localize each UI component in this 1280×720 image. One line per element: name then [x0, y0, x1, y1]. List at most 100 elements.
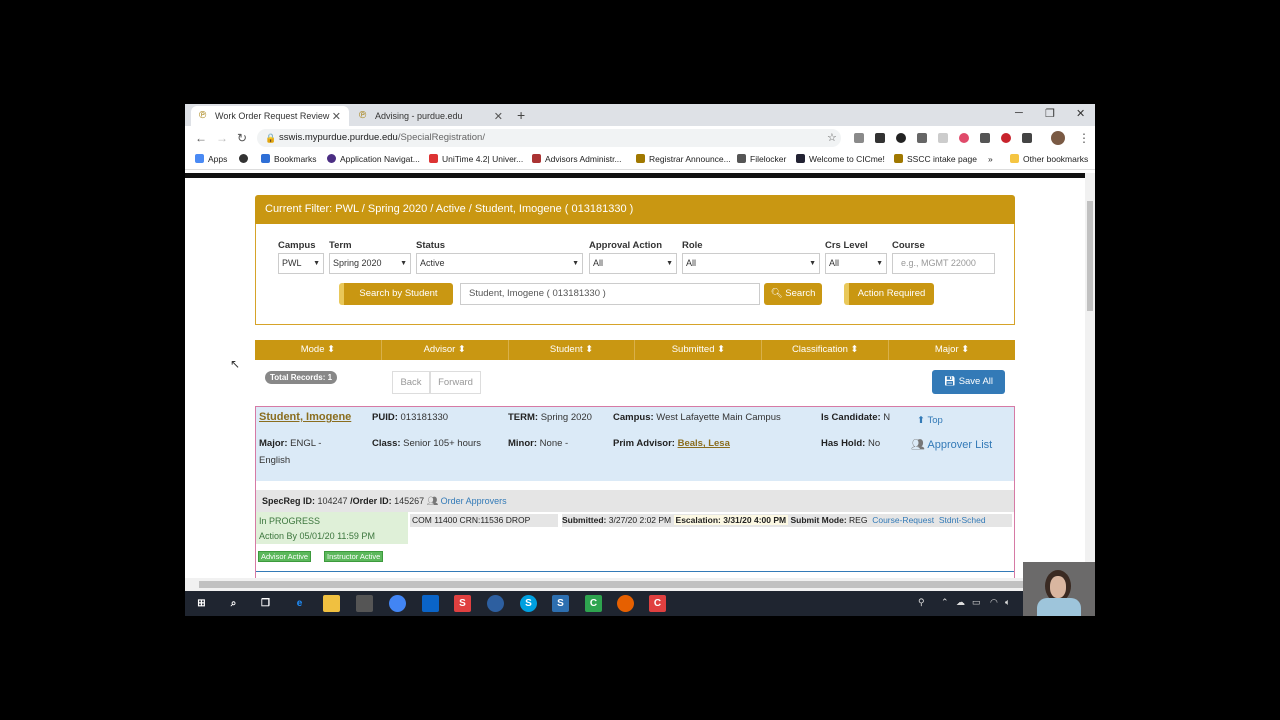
- sort-icon: ⬍: [717, 344, 726, 355]
- bookmark-item[interactable]: Bookmarks: [261, 154, 317, 164]
- maximize-icon[interactable]: ❐: [1045, 107, 1055, 120]
- role-select[interactable]: All ▼: [682, 253, 820, 274]
- advisor-link[interactable]: Beals, Lesa: [678, 438, 730, 449]
- url-field[interactable]: 🔒 sswis.mypurdue.purdue.edu/SpecialRegis…: [257, 129, 841, 147]
- student-input[interactable]: Student, Imogene ( 013181330 ): [460, 283, 760, 305]
- other-bookmarks[interactable]: Other bookmarks: [1010, 154, 1088, 164]
- approval-action-label: Approval Action: [589, 240, 663, 251]
- app-icon[interactable]: C: [649, 595, 666, 612]
- file-explorer-icon[interactable]: [323, 595, 340, 612]
- campus-select[interactable]: PWL ▼: [278, 253, 324, 274]
- more-bookmarks[interactable]: »: [988, 154, 993, 164]
- approval-action-select[interactable]: All ▼: [589, 253, 677, 274]
- status-text: In PROGRESS: [259, 516, 321, 526]
- course-request-link[interactable]: Course-Request: [872, 515, 934, 525]
- sort-mode[interactable]: Mode ⬍: [255, 340, 382, 360]
- search-button[interactable]: 🔍︎ Search: [764, 283, 822, 305]
- reload-icon[interactable]: ↻: [237, 131, 247, 145]
- edge-icon[interactable]: e: [291, 595, 308, 612]
- mail-icon[interactable]: [356, 595, 373, 612]
- minimize-icon[interactable]: ─: [1015, 107, 1023, 119]
- top-link[interactable]: ⬆ Top: [917, 415, 943, 426]
- extension-icon[interactable]: [1022, 133, 1032, 143]
- users-icon: 👥︎: [426, 496, 439, 506]
- people-icon[interactable]: ⚲: [918, 597, 925, 608]
- bookmark-item[interactable]: Filelocker: [737, 154, 786, 164]
- search-icon[interactable]: ⌕: [225, 595, 242, 612]
- chevron-up-icon[interactable]: ⌃: [941, 597, 949, 608]
- back-arrow-icon[interactable]: ←: [195, 131, 207, 145]
- sort-student[interactable]: Student ⬍: [509, 340, 636, 360]
- app-icon[interactable]: [487, 595, 504, 612]
- bookmark-item[interactable]: Application Navigat...: [327, 154, 420, 164]
- bookmark-item[interactable]: Advisors Administr...: [532, 154, 622, 164]
- skype-icon[interactable]: S: [520, 595, 537, 612]
- pinterest-icon[interactable]: [1001, 133, 1011, 143]
- course-input[interactable]: e.g., MGMT 22000: [892, 253, 995, 274]
- purdue-icon: [894, 154, 903, 163]
- action-required-button[interactable]: Action Required: [844, 283, 934, 305]
- bookmark-item[interactable]: Welcome to CICme!: [796, 154, 885, 164]
- firefox-icon[interactable]: [617, 595, 634, 612]
- sort-major[interactable]: Major ⬍: [889, 340, 1015, 360]
- bookmark-item[interactable]: UniTime 4.2| Univer...: [429, 154, 523, 164]
- close-icon[interactable]: ✕: [494, 110, 503, 123]
- snagit-icon[interactable]: S: [454, 595, 471, 612]
- new-tab-icon[interactable]: +: [517, 107, 525, 123]
- bookmark-item[interactable]: [239, 154, 252, 164]
- extension-icon[interactable]: [917, 133, 927, 143]
- extension-icon[interactable]: [896, 133, 906, 143]
- wifi-icon[interactable]: ◠: [990, 597, 998, 608]
- tab-advising[interactable]: ℗ Advising - purdue.edu ✕: [351, 106, 511, 126]
- student-name-link[interactable]: Student, Imogene: [259, 411, 351, 423]
- unitime-icon: [429, 154, 438, 163]
- sort-advisor[interactable]: Advisor ⬍: [382, 340, 509, 360]
- order-approvers-link[interactable]: 👥︎ Order Approvers: [427, 496, 507, 506]
- role-label: Role: [682, 240, 703, 251]
- status-select[interactable]: Active ▼: [416, 253, 583, 274]
- extension-icon[interactable]: [854, 133, 864, 143]
- bookmark-apps[interactable]: Apps: [195, 154, 227, 164]
- avatar[interactable]: [1051, 131, 1065, 145]
- sort-submitted[interactable]: Submitted ⬍: [635, 340, 763, 360]
- network-icon[interactable]: ▭: [972, 597, 981, 608]
- bookmark-item[interactable]: Registrar Announce...: [636, 154, 731, 164]
- volume-icon[interactable]: 🔈︎: [1005, 597, 1010, 608]
- camtasia-icon[interactable]: C: [585, 595, 602, 612]
- stdnt-sched-link[interactable]: Stdnt-Sched: [939, 515, 986, 525]
- extension-icon[interactable]: [980, 133, 990, 143]
- approver-list-link[interactable]: 👥︎ Approver List: [911, 438, 992, 451]
- menu-icon[interactable]: ⋮: [1078, 131, 1090, 145]
- horizontal-scrollbar[interactable]: [185, 578, 1095, 591]
- star-icon[interactable]: ☆: [827, 131, 837, 144]
- save-all-button[interactable]: 💾︎ Save All: [932, 370, 1005, 394]
- windows-start-icon[interactable]: ⊞: [193, 595, 210, 612]
- bookmark-item[interactable]: SSCC intake page: [894, 154, 977, 164]
- app-icon[interactable]: S: [552, 595, 569, 612]
- sort-classification[interactable]: Classification ⬍: [762, 340, 890, 360]
- search-by-student-button[interactable]: Search by Student: [339, 283, 453, 305]
- course-cell: COM 11400 CRN:11536 DROP: [410, 514, 558, 527]
- minor-field: Minor: None -: [508, 438, 569, 449]
- extension-icon[interactable]: [959, 133, 969, 143]
- term-select[interactable]: Spring 2020 ▼: [329, 253, 411, 274]
- vertical-scrollbar[interactable]: [1085, 173, 1095, 578]
- crs-level-select[interactable]: All ▼: [825, 253, 887, 274]
- extension-icon[interactable]: [938, 133, 948, 143]
- close-window-icon[interactable]: ✕: [1076, 107, 1085, 120]
- chrome-icon[interactable]: [389, 595, 406, 612]
- campus-label: Campus: [278, 240, 316, 251]
- forward-button[interactable]: Forward: [430, 371, 481, 394]
- scroll-thumb[interactable]: [1087, 201, 1093, 311]
- tab-work-order[interactable]: ℗ Work Order Request Review ✕: [191, 106, 349, 126]
- purdue-icon: [636, 154, 645, 163]
- extension-icon[interactable]: [875, 133, 885, 143]
- forward-arrow-icon[interactable]: →: [216, 131, 228, 145]
- task-view-icon[interactable]: ❐: [257, 595, 274, 612]
- outlook-icon[interactable]: [422, 595, 439, 612]
- close-icon[interactable]: ✕: [332, 110, 341, 123]
- puid-field: PUID: 013181330: [372, 412, 449, 423]
- back-button[interactable]: Back: [392, 371, 430, 394]
- scroll-thumb[interactable]: [199, 581, 1079, 588]
- cloud-icon[interactable]: ☁: [956, 597, 965, 608]
